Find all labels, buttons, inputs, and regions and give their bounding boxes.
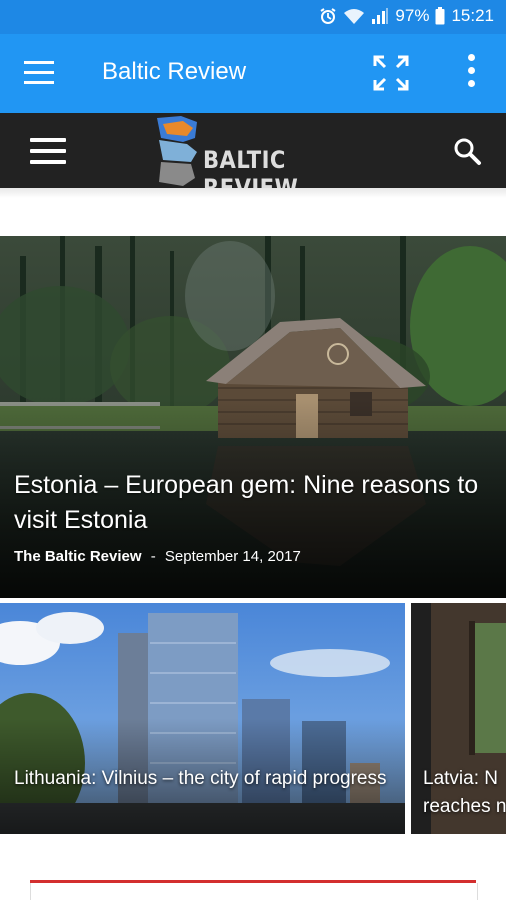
site-logo[interactable]: BALTIC REVIEW — [153, 116, 353, 202]
featured-meta: The Baltic Review - September 14, 2017 — [14, 548, 301, 565]
vilnius-image — [0, 603, 405, 834]
featured-image — [0, 236, 506, 598]
alarm-icon — [320, 8, 336, 24]
card-title[interactable]: Latvia: Nreaches n — [423, 765, 506, 821]
featured-title[interactable]: Estonia – European gem: Nine reasons to … — [14, 468, 494, 538]
meta-separator: - — [150, 548, 156, 565]
search-icon[interactable] — [452, 136, 482, 166]
header-divider — [0, 188, 506, 198]
featured-article[interactable]: Estonia – European gem: Nine reasons to … — [0, 236, 506, 598]
battery-percent: 97% — [395, 6, 430, 25]
status-time: 15:21 — [451, 6, 494, 25]
site-menu-icon[interactable] — [30, 138, 66, 164]
menu-icon[interactable] — [24, 61, 54, 85]
next-section — [30, 883, 478, 900]
signal-icon — [372, 8, 389, 24]
app-bar: Baltic Review — [0, 34, 506, 113]
battery-icon — [435, 7, 445, 25]
article-card[interactable]: Lithuania: Vilnius – the city of rapid p… — [0, 603, 405, 834]
wifi-icon — [344, 9, 365, 24]
card-title[interactable]: Lithuania: Vilnius – the city of rapid p… — [14, 765, 394, 793]
fullscreen-icon[interactable] — [372, 54, 410, 92]
app-title: Baltic Review — [102, 58, 247, 85]
more-vert-icon[interactable] — [466, 54, 476, 92]
status-bar: 97% 15:21 — [0, 0, 506, 34]
featured-date: September 14, 2017 — [164, 548, 301, 565]
article-card[interactable]: Latvia: Nreaches n — [411, 603, 506, 834]
featured-author[interactable]: The Baltic Review — [14, 548, 142, 565]
baltic-map-logo — [157, 116, 197, 186]
